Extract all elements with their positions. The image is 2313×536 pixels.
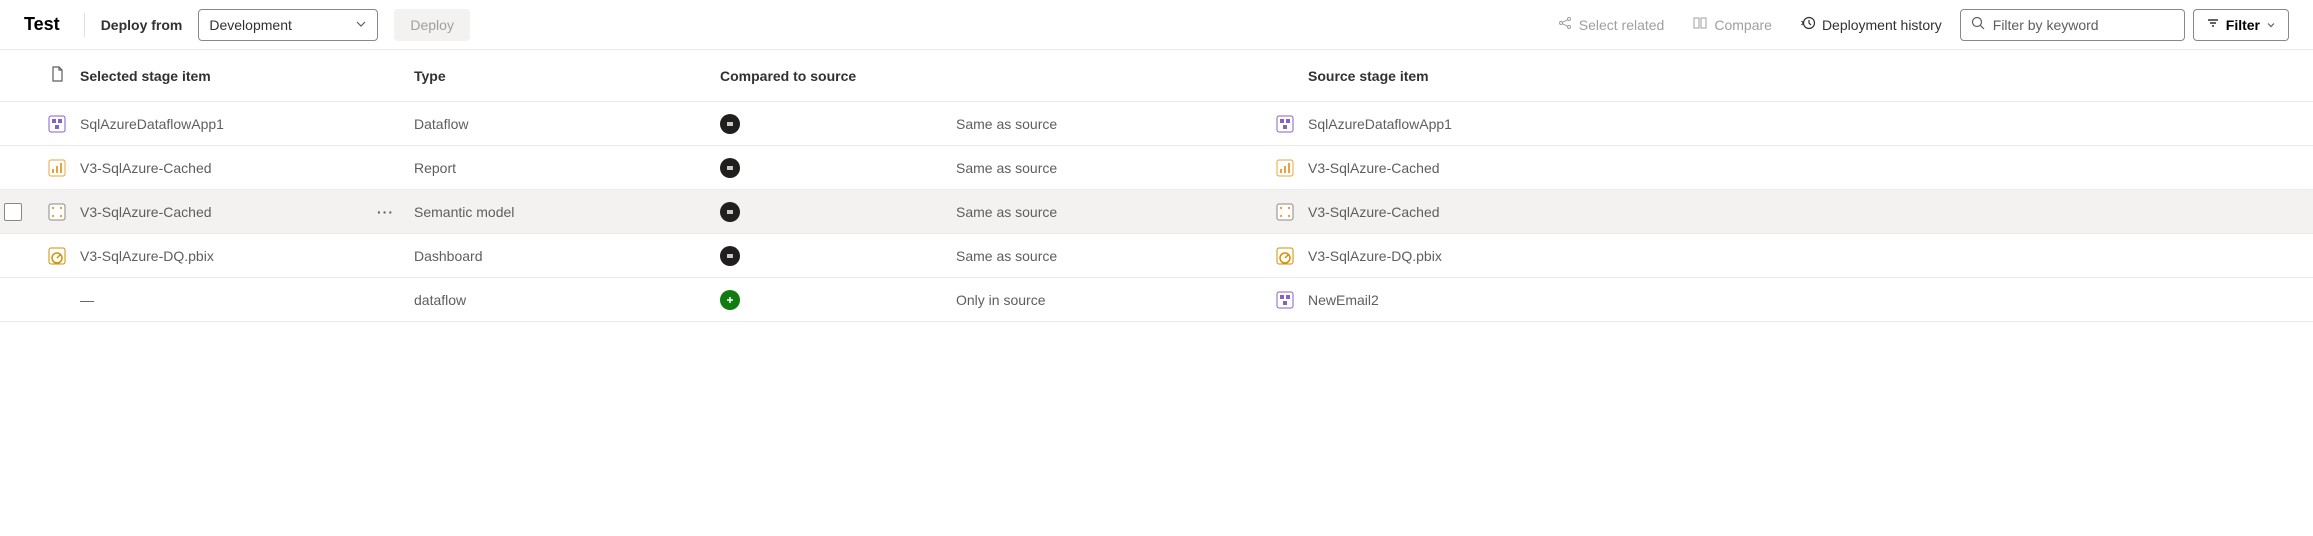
- comparison-badge: [720, 246, 956, 266]
- semanticmodel-icon: [48, 203, 66, 221]
- table-row[interactable]: —dataflow Only in source NewEmail2: [0, 278, 2313, 322]
- items-table: Selected stage item Type Compared to sou…: [0, 50, 2313, 322]
- row-checkbox-cell: [0, 203, 34, 221]
- history-icon: [1800, 15, 1816, 34]
- stage-dropdown[interactable]: Development: [198, 9, 378, 41]
- source-icon-cell: [1262, 247, 1308, 265]
- compare-icon: [1692, 15, 1708, 34]
- comparison-status: Same as source: [956, 116, 1262, 132]
- dataflow-icon: [1276, 115, 1294, 133]
- col-type[interactable]: Type: [414, 68, 720, 84]
- source-item-name: NewEmail2: [1308, 292, 2313, 308]
- search-box[interactable]: [1960, 9, 2185, 41]
- comparison-badge: [720, 202, 956, 222]
- header-icon-col: [34, 66, 80, 85]
- item-name: SqlAzureDataflowApp1: [80, 116, 414, 132]
- source-icon-cell: [1262, 115, 1308, 133]
- table-header-row: Selected stage item Type Compared to sou…: [0, 50, 2313, 102]
- deploy-button[interactable]: Deploy: [394, 9, 470, 41]
- source-item-name: V3-SqlAzure-DQ.pbix: [1308, 248, 2313, 264]
- stage-dropdown-value: Development: [209, 17, 292, 33]
- page-title: Test: [24, 14, 60, 35]
- col-compared[interactable]: Compared to source: [720, 68, 956, 84]
- source-icon-cell: [1262, 203, 1308, 221]
- table-row[interactable]: V3-SqlAzure-Cached···Semantic modelSame …: [0, 190, 2313, 234]
- filter-label: Filter: [2226, 17, 2260, 33]
- report-icon: [1276, 159, 1294, 177]
- dataflow-icon: [1276, 291, 1294, 309]
- item-name: V3-SqlAzure-Cached: [80, 160, 414, 176]
- item-icon-cell: [34, 115, 80, 133]
- item-name: V3-SqlAzure-DQ.pbix: [80, 248, 414, 264]
- divider: [84, 13, 85, 37]
- comparison-badge: [720, 114, 956, 134]
- col-selected-item[interactable]: Selected stage item: [80, 68, 414, 84]
- select-related-button[interactable]: Select related: [1547, 9, 1675, 40]
- compare-label: Compare: [1714, 17, 1772, 33]
- dashboard-icon: [1276, 247, 1294, 265]
- comparison-status: Only in source: [956, 292, 1262, 308]
- dataflow-icon: [48, 115, 66, 133]
- comparison-status: Same as source: [956, 248, 1262, 264]
- source-icon-cell: [1262, 291, 1308, 309]
- source-item-name: SqlAzureDataflowApp1: [1308, 116, 2313, 132]
- col-source-item[interactable]: Source stage item: [1308, 68, 2313, 84]
- dashboard-icon: [48, 247, 66, 265]
- table-row[interactable]: V3-SqlAzure-DQ.pbixDashboardSame as sour…: [0, 234, 2313, 278]
- filter-icon: [2206, 16, 2220, 33]
- chevron-down-icon: [355, 17, 367, 33]
- item-icon-cell: [34, 247, 80, 265]
- source-item-name: V3-SqlAzure-Cached: [1308, 160, 2313, 176]
- row-checkbox[interactable]: [4, 203, 22, 221]
- source-item-name: V3-SqlAzure-Cached: [1308, 204, 2313, 220]
- item-icon-cell: [34, 203, 80, 221]
- comparison-badge: [720, 158, 956, 178]
- deploy-from-label: Deploy from: [101, 17, 183, 33]
- item-type: Semantic model: [414, 204, 720, 220]
- table-row[interactable]: SqlAzureDataflowApp1DataflowSame as sour…: [0, 102, 2313, 146]
- source-icon-cell: [1262, 159, 1308, 177]
- item-type: Report: [414, 160, 720, 176]
- semanticmodel-icon: [1276, 203, 1294, 221]
- select-related-label: Select related: [1579, 17, 1665, 33]
- item-type: Dataflow: [414, 116, 720, 132]
- file-icon: [50, 66, 64, 85]
- item-type: dataflow: [414, 292, 720, 308]
- comparison-badge: [720, 290, 956, 310]
- report-icon: [48, 159, 66, 177]
- filter-button[interactable]: Filter: [2193, 9, 2289, 41]
- more-options-button[interactable]: ···: [377, 204, 406, 220]
- item-type: Dashboard: [414, 248, 720, 264]
- deployment-history-label: Deployment history: [1822, 17, 1942, 33]
- share-icon: [1557, 15, 1573, 34]
- compare-button[interactable]: Compare: [1682, 9, 1782, 40]
- table-row[interactable]: V3-SqlAzure-CachedReportSame as sourceV3…: [0, 146, 2313, 190]
- toolbar-left: Test Deploy from Development Deploy: [24, 9, 470, 41]
- search-icon: [1971, 16, 1985, 33]
- comparison-status: Same as source: [956, 160, 1262, 176]
- item-name: V3-SqlAzure-Cached···: [80, 204, 414, 220]
- chevron-down-icon: [2266, 17, 2276, 33]
- item-name: —: [80, 292, 414, 308]
- toolbar-right: Select related Compare Deployment histor…: [1547, 9, 2289, 41]
- comparison-status: Same as source: [956, 204, 1262, 220]
- search-input[interactable]: [1993, 17, 2174, 33]
- deployment-history-button[interactable]: Deployment history: [1790, 9, 1952, 40]
- toolbar: Test Deploy from Development Deploy Sele…: [0, 0, 2313, 50]
- item-icon-cell: [34, 159, 80, 177]
- table-body: SqlAzureDataflowApp1DataflowSame as sour…: [0, 102, 2313, 322]
